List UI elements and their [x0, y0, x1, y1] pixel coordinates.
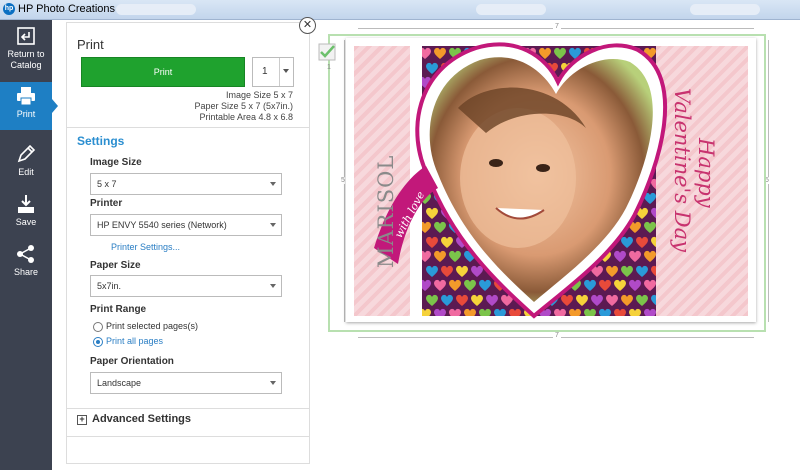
orientation-select[interactable]: Landscape	[90, 372, 282, 394]
divider	[67, 436, 309, 437]
image-size-select[interactable]: 5 x 7	[90, 173, 282, 195]
share-icon	[17, 245, 34, 263]
checkbox-check-icon[interactable]	[318, 43, 336, 61]
active-indicator	[52, 99, 58, 113]
nav-label: Return to Catalog	[7, 49, 45, 70]
radio-label: Print selected pages(s)	[106, 321, 199, 331]
card-name: MARISOL	[374, 154, 398, 268]
chevron-down-icon	[270, 223, 276, 227]
radio-label: Print all pages	[106, 336, 164, 346]
printable-area-info: Printable Area 4.8 x 6.8	[199, 112, 293, 122]
greeting-line2: Valentine's Day	[670, 88, 694, 252]
face	[460, 108, 576, 248]
image-size-label: Image Size	[90, 157, 142, 168]
nav-save[interactable]: Save	[0, 190, 52, 238]
radio-button[interactable]	[93, 337, 103, 347]
nav-label: Save	[15, 217, 37, 227]
paper-size-value: 5x7in.	[97, 281, 122, 291]
title-bar: hp HP Photo Creations	[0, 0, 800, 20]
printer-select[interactable]: HP ENVY 5540 series (Network)	[90, 214, 282, 236]
pencil-icon	[17, 144, 36, 163]
image-size-info: Image Size 5 x 7	[225, 90, 293, 100]
width-label-bottom: 7	[553, 332, 561, 339]
divider	[67, 408, 309, 409]
greeting-line1: Happy	[694, 138, 718, 208]
print-panel: Print Print 1 Image Size 5 x 7 Paper Siz…	[66, 22, 310, 464]
taskbar-tab	[476, 4, 546, 15]
taskbar-tab	[690, 4, 760, 15]
copies-select[interactable]: 1	[252, 57, 294, 87]
image-size-value: 5 x 7	[97, 179, 117, 189]
taskbar-tab	[116, 4, 196, 15]
print-range-label: Print Range	[90, 304, 147, 315]
nav-return-to-catalog[interactable]: Return to Catalog	[0, 22, 52, 76]
page-number: 1	[327, 64, 331, 71]
radio-button[interactable]	[93, 322, 103, 332]
panel-title: Print	[77, 37, 104, 52]
copies-dropdown-button[interactable]	[279, 58, 293, 86]
nav-label: Share	[13, 267, 39, 277]
nav-edit[interactable]: Edit	[0, 140, 52, 188]
orientation-value: Landscape	[97, 378, 142, 388]
orientation-label: Paper Orientation	[90, 356, 174, 367]
nav-label: Print	[16, 109, 36, 119]
eye	[489, 159, 503, 167]
chevron-down-icon	[270, 182, 276, 186]
window-title: HP Photo Creations	[18, 3, 116, 15]
close-panel-button[interactable]: ✕	[299, 17, 316, 34]
printer-value: HP ENVY 5540 series (Network)	[97, 220, 227, 230]
divider	[67, 127, 309, 128]
print-button[interactable]: Print	[81, 57, 245, 87]
paper-size-label: Paper Size	[90, 260, 141, 271]
printer-icon	[17, 87, 35, 106]
chevron-down-icon	[270, 284, 276, 288]
chevron-down-icon	[270, 381, 276, 385]
printer-label: Printer	[90, 198, 123, 209]
print-info: Image Size 5 x 7 Paper Size 5 x 7 (5x7in…	[194, 90, 293, 123]
close-icon: ✕	[302, 19, 313, 31]
nav-label: Edit	[18, 167, 34, 177]
save-icon	[18, 195, 34, 213]
eye	[536, 164, 550, 172]
card-preview[interactable]: MARISOL with love Happy Valentine's Day	[346, 38, 756, 322]
paper-size-select[interactable]: 5x7in.	[90, 275, 282, 297]
nav-print[interactable]: Print	[0, 82, 58, 130]
hp-logo-icon: hp	[3, 3, 15, 15]
expand-plus-icon: +	[77, 415, 87, 425]
paper-size-info: Paper Size 5 x 7 (5x7in.)	[194, 101, 293, 111]
left-nav: Return to Catalog Print Edit Save Share	[0, 20, 58, 470]
settings-heading: Settings	[77, 134, 125, 148]
nav-share[interactable]: Share	[0, 240, 52, 288]
width-label-top: 7	[553, 23, 561, 30]
advanced-settings-label: Advanced Settings	[92, 413, 192, 425]
return-icon	[17, 27, 35, 45]
advanced-settings-toggle[interactable]: + Advanced Settings	[77, 413, 191, 425]
copies-value: 1	[262, 66, 268, 77]
printer-settings-link[interactable]: Printer Settings...	[111, 242, 180, 252]
chevron-down-icon	[283, 69, 289, 73]
